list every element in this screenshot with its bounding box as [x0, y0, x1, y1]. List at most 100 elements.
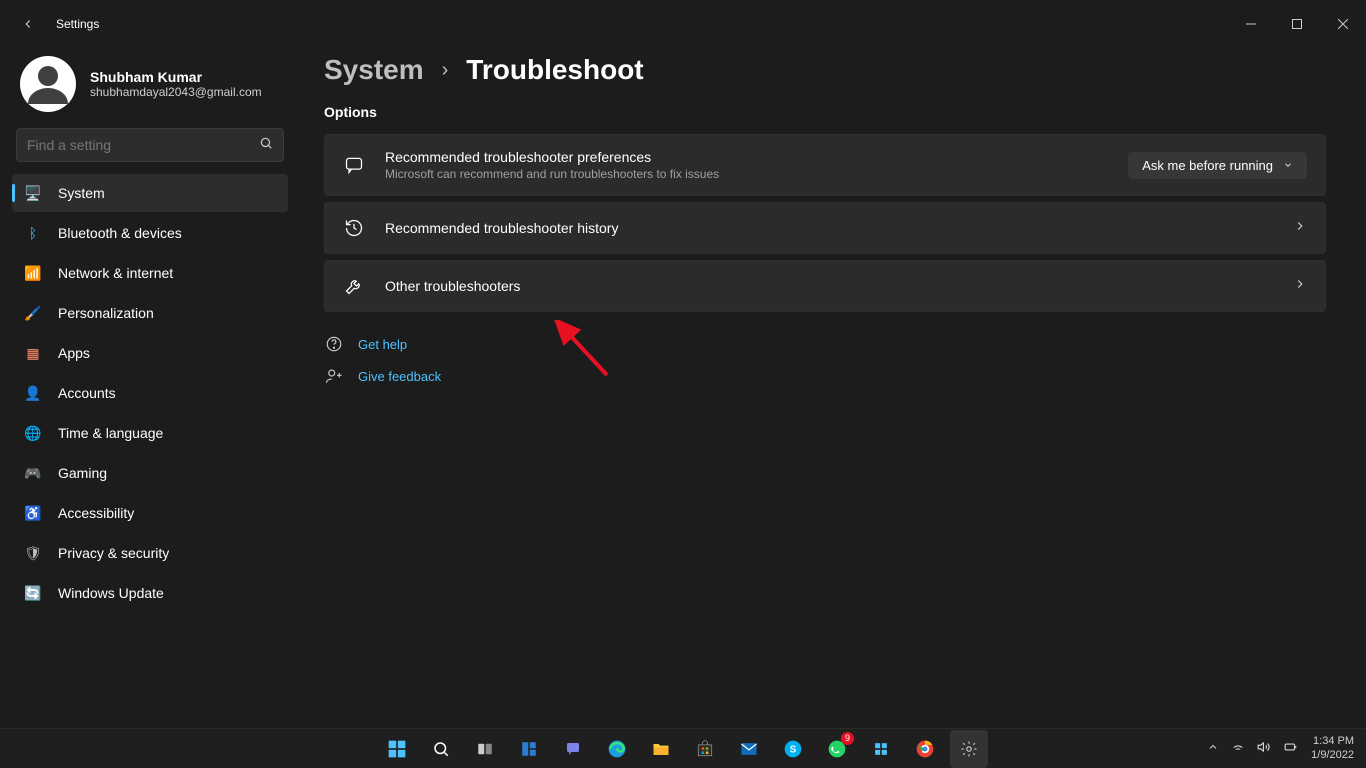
update-icon: 🔄 [24, 584, 42, 602]
sidebar-item-personalization[interactable]: 🖌️ Personalization [12, 294, 288, 332]
chevron-right-icon: › [442, 59, 449, 82]
window-controls [1228, 8, 1366, 40]
sidebar-item-gaming[interactable]: 🎮 Gaming [12, 454, 288, 492]
app-icon[interactable] [862, 730, 900, 768]
widgets-icon[interactable] [510, 730, 548, 768]
chevron-right-icon [1293, 219, 1307, 238]
sidebar-item-bluetooth[interactable]: ᛒ Bluetooth & devices [12, 214, 288, 252]
gamepad-icon: 🎮 [24, 464, 42, 482]
breadcrumb-level1[interactable]: System [324, 54, 424, 86]
chevron-down-icon [1283, 160, 1293, 170]
preference-dropdown[interactable]: Ask me before running [1128, 152, 1307, 179]
sidebar-item-label: Privacy & security [58, 545, 169, 561]
help-links: Get help Give feedback [324, 334, 1326, 386]
close-button[interactable] [1320, 8, 1366, 40]
sidebar-item-accounts[interactable]: 👤 Accounts [12, 374, 288, 412]
sidebar-item-label: Accounts [58, 385, 116, 401]
sidebar-nav: 🖥️ System ᛒ Bluetooth & devices 📶 Network &… [0, 174, 300, 612]
search-box[interactable] [16, 128, 284, 162]
sidebar-item-label: Apps [58, 345, 90, 361]
sidebar-item-label: System [58, 185, 105, 201]
store-icon[interactable] [686, 730, 724, 768]
get-help-link[interactable]: Get help [358, 337, 407, 352]
skype-icon[interactable]: S [774, 730, 812, 768]
card-troubleshooter-preferences[interactable]: Recommended troubleshooter preferences M… [324, 134, 1326, 196]
card-subtitle: Microsoft can recommend and run troubles… [385, 167, 1128, 181]
card-other-troubleshooters[interactable]: Other troubleshooters [324, 260, 1326, 312]
tray-chevron-icon[interactable] [1207, 741, 1219, 756]
edge-icon[interactable] [598, 730, 636, 768]
accessibility-icon: ♿ [24, 504, 42, 522]
sidebar-item-label: Network & internet [58, 265, 173, 281]
taskbar-clock[interactable]: 1:34 PM 1/9/2022 [1311, 735, 1354, 761]
sidebar-item-label: Gaming [58, 465, 107, 481]
card-troubleshooter-history[interactable]: Recommended troubleshooter history [324, 202, 1326, 254]
avatar [20, 56, 76, 112]
minimize-button[interactable] [1228, 8, 1274, 40]
options-section-label: Options [324, 104, 1326, 120]
display-icon: 🖥️ [24, 184, 42, 202]
sidebar-item-label: Personalization [58, 305, 154, 321]
chat-icon [343, 154, 365, 176]
profile-name: Shubham Kumar [90, 69, 262, 85]
settings-taskbar-icon[interactable] [950, 730, 988, 768]
apps-icon: ▦ [24, 344, 42, 362]
explorer-icon[interactable] [642, 730, 680, 768]
profile-block[interactable]: Shubham Kumar shubhamdayal2043@gmail.com [0, 48, 300, 128]
help-icon [324, 334, 344, 354]
card-title: Other troubleshooters [385, 278, 1293, 294]
sidebar-item-accessibility[interactable]: ♿ Accessibility [12, 494, 288, 532]
tray-wifi-icon[interactable] [1231, 740, 1245, 757]
wrench-icon [343, 275, 365, 297]
sidebar-item-network[interactable]: 📶 Network & internet [12, 254, 288, 292]
chrome-icon[interactable] [906, 730, 944, 768]
sidebar: Shubham Kumar shubhamdayal2043@gmail.com… [0, 48, 300, 728]
whatsapp-icon[interactable] [818, 730, 856, 768]
bluetooth-icon: ᛒ [24, 224, 42, 242]
history-icon [343, 217, 365, 239]
page-title: Troubleshoot [466, 54, 643, 86]
taskbar-center: S [378, 730, 988, 768]
sidebar-item-time[interactable]: 🌐 Time & language [12, 414, 288, 452]
chat-icon[interactable] [554, 730, 592, 768]
sidebar-item-privacy[interactable]: 🛡 Privacy & security [12, 534, 288, 572]
card-title: Recommended troubleshooter history [385, 220, 1293, 236]
titlebar: Settings [0, 0, 1366, 48]
clock-date: 1/9/2022 [1311, 749, 1354, 762]
taskbar-search[interactable] [422, 730, 460, 768]
chevron-right-icon [1293, 277, 1307, 296]
sidebar-item-apps[interactable]: ▦ Apps [12, 334, 288, 372]
taskbar-right: 1:34 PM 1/9/2022 [1207, 735, 1366, 761]
task-view-icon[interactable] [466, 730, 504, 768]
profile-email: shubhamdayal2043@gmail.com [90, 85, 262, 99]
window-title: Settings [56, 17, 99, 31]
maximize-button[interactable] [1274, 8, 1320, 40]
svg-text:S: S [790, 744, 797, 755]
taskbar: S 1:34 PM 1/9/2022 [0, 728, 1366, 768]
give-feedback-link[interactable]: Give feedback [358, 369, 441, 384]
breadcrumb: System › Troubleshoot [324, 54, 1326, 86]
card-title: Recommended troubleshooter preferences [385, 149, 1128, 165]
sidebar-item-label: Accessibility [58, 505, 134, 521]
sidebar-item-label: Time & language [58, 425, 163, 441]
sidebar-item-update[interactable]: 🔄 Windows Update [12, 574, 288, 612]
start-button[interactable] [378, 730, 416, 768]
shield-icon: 🛡 [24, 544, 42, 562]
tray-volume-icon[interactable] [1257, 740, 1271, 757]
sidebar-item-label: Bluetooth & devices [58, 225, 182, 241]
sidebar-item-label: Windows Update [58, 585, 164, 601]
search-icon [259, 136, 273, 155]
main-content: System › Troubleshoot Options Recommende… [324, 54, 1326, 398]
search-input[interactable] [27, 137, 259, 153]
wifi-icon: 📶 [24, 264, 42, 282]
back-button[interactable] [12, 8, 44, 40]
globe-icon: 🌐 [24, 424, 42, 442]
mail-icon[interactable] [730, 730, 768, 768]
dropdown-value: Ask me before running [1142, 158, 1273, 173]
paintbrush-icon: 🖌️ [24, 304, 42, 322]
person-icon: 👤 [24, 384, 42, 402]
feedback-icon [324, 366, 344, 386]
clock-time: 1:34 PM [1311, 735, 1354, 748]
sidebar-item-system[interactable]: 🖥️ System [12, 174, 288, 212]
tray-battery-icon[interactable] [1283, 740, 1299, 757]
